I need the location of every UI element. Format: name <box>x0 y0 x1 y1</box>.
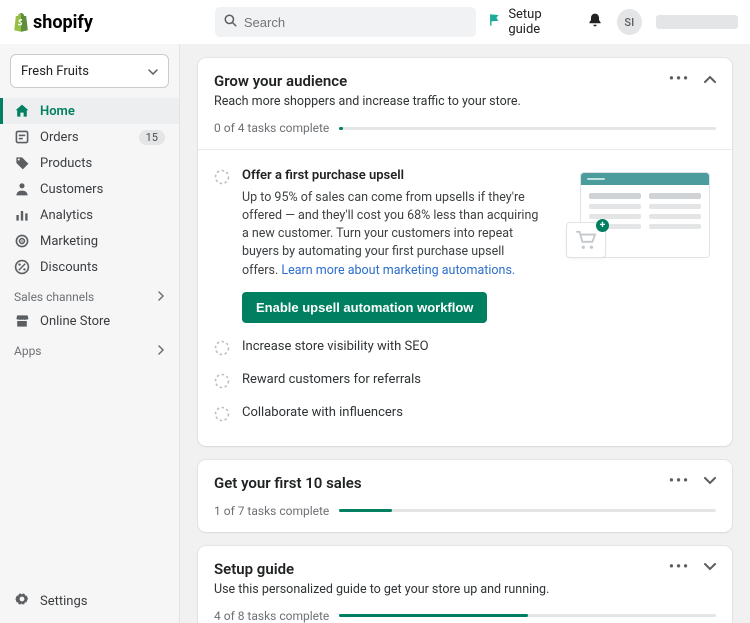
nav-label: Online Store <box>40 314 110 329</box>
shopping-bag-icon <box>12 12 30 32</box>
nav-settings[interactable]: Settings <box>0 579 179 623</box>
progress-bar <box>339 127 716 130</box>
brand-text: shopify <box>33 12 93 33</box>
bell-icon[interactable] <box>587 12 603 32</box>
task-referrals[interactable]: Reward customers for referrals <box>214 364 716 397</box>
nav-online-store[interactable]: Online Store <box>0 308 179 334</box>
nav-home[interactable]: Home <box>0 98 179 124</box>
progress-text: 1 of 7 tasks complete <box>214 504 329 518</box>
gear-icon <box>14 591 30 611</box>
plus-icon: + <box>596 219 609 232</box>
card-subtitle: Use this personalized guide to get your … <box>214 582 549 597</box>
store-switcher[interactable]: Fresh Fruits <box>10 54 169 88</box>
nav-discounts[interactable]: Discounts <box>0 254 179 280</box>
nav-label: Settings <box>40 594 87 609</box>
header-right: Setup guide SI <box>488 7 738 37</box>
illustration: + <box>560 168 710 268</box>
section-label: Sales channels <box>14 290 94 304</box>
card-grow-audience: Grow your audience Reach more shoppers a… <box>198 58 732 446</box>
search-icon <box>223 13 238 32</box>
sidebar: Fresh Fruits Home Orders 15 Products Cus… <box>0 44 180 623</box>
task-circle-icon <box>214 373 230 389</box>
account-name-placeholder <box>656 15 738 29</box>
nav-products[interactable]: Products <box>0 150 179 176</box>
task-title: Offer a first purchase upsell <box>242 168 542 183</box>
avatar[interactable]: SI <box>617 9 642 35</box>
setup-guide-label: Setup guide <box>508 7 573 37</box>
section-label: Apps <box>14 344 42 358</box>
task-title: Increase store visibility with SEO <box>242 339 429 354</box>
top-header: shopify Setup guide SI <box>0 0 750 44</box>
nav-label: Marketing <box>40 234 98 249</box>
cart-icon: + <box>566 222 606 258</box>
task-circle-icon <box>214 169 230 185</box>
card-title: Setup guide <box>214 560 549 578</box>
more-icon[interactable]: ••• <box>669 478 690 485</box>
nav-label: Analytics <box>40 208 93 223</box>
target-icon <box>14 233 30 249</box>
card-subtitle: Reach more shoppers and increase traffic… <box>214 94 521 109</box>
bars-icon <box>14 207 30 223</box>
search-box[interactable] <box>215 7 476 37</box>
progress-text: 4 of 8 tasks complete <box>214 609 329 623</box>
nav-analytics[interactable]: Analytics <box>0 202 179 228</box>
store-icon <box>14 313 30 329</box>
orders-badge: 15 <box>139 130 165 145</box>
task-circle-icon <box>214 406 230 422</box>
setup-guide-link[interactable]: Setup guide <box>488 7 573 37</box>
store-name: Fresh Fruits <box>21 64 89 79</box>
task-upsell[interactable]: Offer a first purchase upsell Up to 95% … <box>214 160 716 331</box>
sales-channels-header[interactable]: Sales channels <box>0 280 179 308</box>
task-influencers[interactable]: Collaborate with influencers <box>214 397 716 430</box>
task-seo[interactable]: Increase store visibility with SEO <box>214 331 716 364</box>
expand-icon[interactable] <box>704 560 716 575</box>
main-content: Grow your audience Reach more shoppers a… <box>180 44 750 623</box>
percent-icon <box>14 259 30 275</box>
task-title: Reward customers for referrals <box>242 372 421 387</box>
nav-label: Customers <box>40 182 103 197</box>
flag-icon <box>488 13 502 31</box>
tag-icon <box>14 155 30 171</box>
card-title: Get your first 10 sales <box>214 474 362 492</box>
more-icon[interactable]: ••• <box>669 76 690 83</box>
task-desc: Up to 95% of sales can come from upsells… <box>242 189 542 280</box>
chevron-right-icon <box>157 344 165 358</box>
progress-bar <box>339 614 716 617</box>
chevron-right-icon <box>157 290 165 304</box>
person-icon <box>14 181 30 197</box>
progress-bar <box>339 509 716 512</box>
task-title: Collaborate with influencers <box>242 405 403 420</box>
shopify-logo[interactable]: shopify <box>12 12 93 33</box>
nav-label: Home <box>40 104 75 119</box>
nav-customers[interactable]: Customers <box>0 176 179 202</box>
home-icon <box>14 103 30 119</box>
apps-header[interactable]: Apps <box>0 334 179 362</box>
card-title: Grow your audience <box>214 72 521 90</box>
caret-down-icon <box>148 64 158 79</box>
progress-text: 0 of 4 tasks complete <box>214 121 329 135</box>
nav-orders[interactable]: Orders 15 <box>0 124 179 150</box>
learn-more-link[interactable]: Learn more about marketing automations. <box>281 263 515 278</box>
task-circle-icon <box>214 340 230 356</box>
expand-icon[interactable] <box>704 474 716 489</box>
nav-marketing[interactable]: Marketing <box>0 228 179 254</box>
primary-nav: Home Orders 15 Products Customers Analyt… <box>0 98 179 280</box>
collapse-icon[interactable] <box>704 72 716 87</box>
more-icon[interactable]: ••• <box>669 564 690 571</box>
nav-label: Orders <box>40 130 79 145</box>
search-input[interactable] <box>244 15 468 30</box>
enable-upsell-button[interactable]: Enable upsell automation workflow <box>242 292 487 323</box>
orders-icon <box>14 129 30 145</box>
card-first-sales: Get your first 10 sales ••• 1 of 7 tasks… <box>198 460 732 532</box>
nav-label: Discounts <box>40 260 98 275</box>
card-setup-guide: Setup guide Use this personalized guide … <box>198 546 732 623</box>
avatar-initials: SI <box>624 16 634 29</box>
nav-label: Products <box>40 156 92 171</box>
